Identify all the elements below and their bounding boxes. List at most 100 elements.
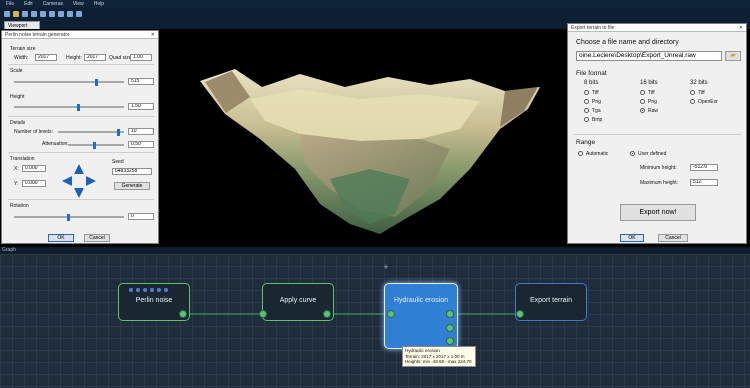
attenuation-input[interactable]: 0.50 — [128, 141, 154, 148]
export-now-button[interactable]: Export now! — [620, 204, 696, 221]
32-bits-label: 32 bits — [690, 80, 708, 86]
node-perlin-noise[interactable]: Perlin noise — [118, 283, 190, 321]
rotation-slider[interactable] — [14, 214, 124, 221]
scale-label: Scale — [10, 68, 23, 74]
menu-help[interactable]: Help — [94, 1, 104, 7]
output-port[interactable] — [446, 324, 454, 332]
output-port[interactable] — [446, 310, 454, 318]
slider-thumb[interactable] — [77, 104, 80, 111]
output-port[interactable] — [323, 310, 331, 318]
radio-32-openexr[interactable] — [690, 99, 695, 104]
format-label: Tiff — [648, 90, 655, 96]
node-tooltip: Hydraulic erosion Terrain: 2017 x 2017 x… — [402, 346, 476, 367]
menu-edit[interactable]: Edit — [24, 1, 33, 7]
menu-view[interactable]: View — [73, 1, 84, 7]
output-port[interactable] — [446, 337, 454, 345]
height-slider[interactable] — [14, 104, 124, 111]
slider-thumb[interactable] — [67, 214, 70, 221]
redo-icon[interactable] — [40, 11, 46, 17]
levels-input[interactable]: 10 — [128, 128, 154, 135]
input-port[interactable] — [259, 310, 267, 318]
x-input[interactable]: 0.000 — [22, 165, 46, 172]
height-scale-input[interactable]: 1.50 — [128, 103, 154, 110]
menu-file[interactable]: File — [6, 1, 14, 7]
perlin-dialog-titlebar[interactable]: Perlin noise terrain generator ✕ — [2, 31, 158, 39]
format-label: Png — [648, 99, 657, 105]
settings-icon[interactable] — [76, 11, 82, 17]
height-input[interactable]: 2017 — [84, 54, 106, 61]
levels-slider[interactable] — [58, 129, 124, 136]
tooltip-line: Heights: min -48.68 - max 224.70 — [405, 359, 472, 364]
seed-input[interactable]: 64833258 — [112, 168, 152, 175]
radio-32-tiff[interactable] — [690, 90, 695, 95]
close-icon[interactable]: ✕ — [151, 32, 155, 38]
input-port[interactable] — [387, 310, 395, 318]
render-icon[interactable] — [67, 11, 73, 17]
generate-button[interactable]: Generate — [114, 182, 150, 190]
radio-user-defined[interactable] — [630, 151, 635, 156]
attenuation-slider[interactable] — [68, 142, 124, 149]
width-input[interactable]: 2017 — [35, 54, 57, 61]
ok-button[interactable]: OK — [48, 234, 74, 242]
radio-8-png[interactable] — [584, 99, 589, 104]
output-port[interactable] — [179, 310, 187, 318]
input-port[interactable] — [516, 310, 524, 318]
open-icon[interactable] — [13, 11, 19, 17]
slider-thumb[interactable] — [95, 79, 98, 86]
rotation-input[interactable]: 0 — [128, 213, 154, 220]
node-apply-curve[interactable]: Apply curve — [259, 283, 334, 321]
number-of-levels-label: Number of levels: — [14, 129, 53, 135]
camera-icon[interactable] — [58, 11, 64, 17]
arrow-right-icon[interactable] — [86, 176, 96, 186]
new-icon[interactable] — [4, 11, 10, 17]
arrow-up-icon[interactable] — [74, 164, 84, 174]
slider-thumb[interactable] — [93, 142, 96, 149]
tab-viewport[interactable]: Viewport — [4, 21, 40, 29]
radio-8-tga[interactable] — [584, 108, 589, 113]
save-icon[interactable] — [22, 11, 28, 17]
undo-icon[interactable] — [31, 11, 37, 17]
radio-16-raw[interactable] — [640, 108, 645, 113]
separator — [8, 116, 154, 117]
height-label: Height: — [66, 55, 82, 61]
radio-16-tiff[interactable] — [640, 90, 645, 95]
max-height-input[interactable]: 512 — [690, 179, 718, 186]
grid-icon[interactable] — [49, 11, 55, 17]
node-export-terrain[interactable]: Export terrain — [515, 283, 587, 321]
menu-cameras[interactable]: Cameras — [43, 1, 63, 7]
quad-size-input[interactable]: 1.00 — [130, 54, 152, 61]
scale-slider[interactable] — [14, 79, 124, 86]
cancel-button[interactable]: Cancel — [84, 234, 110, 242]
perlin-noise-dialog: Perlin noise terrain generator ✕ Terrain… — [1, 30, 159, 244]
graph-canvas[interactable]: + Perlin noise Apply curve Hydraulic ero… — [0, 254, 750, 388]
slider-thumb[interactable] — [117, 129, 120, 136]
automatic-label: Automatic — [586, 151, 609, 157]
folder-icon[interactable]: ▰ — [725, 51, 741, 61]
y-input[interactable]: 0.000 — [22, 180, 46, 187]
scale-input[interactable]: 515 — [128, 78, 154, 85]
radio-8-bmp[interactable] — [584, 117, 589, 122]
min-height-input[interactable]: -512.0 — [690, 164, 718, 171]
cancel-button[interactable]: Cancel — [658, 234, 688, 242]
node-label: Hydraulic erosion — [393, 297, 449, 304]
format-label: Tiff — [592, 90, 599, 96]
radio-automatic[interactable] — [578, 151, 583, 156]
separator — [8, 152, 154, 153]
graph-links: + — [186, 262, 518, 315]
arrow-down-icon[interactable] — [74, 188, 84, 198]
node-label: Apply curve — [279, 297, 317, 304]
toolbar — [0, 8, 750, 20]
export-dialog-titlebar[interactable]: Export terrain to file ✕ — [568, 24, 746, 32]
separator — [8, 64, 154, 65]
node-hydraulic-erosion[interactable]: Hydraulic erosion — [384, 283, 458, 349]
height-section-label: Height — [10, 94, 25, 100]
close-icon[interactable]: ✕ — [739, 25, 743, 31]
attenuation-label: Attenuation: — [42, 141, 69, 147]
graph-header: Graph — [0, 247, 750, 254]
user-defined-label: User defined — [638, 151, 667, 157]
radio-16-png[interactable] — [640, 99, 645, 104]
arrow-left-icon[interactable] — [62, 176, 72, 186]
path-input[interactable]: oine.Leclere\Desktop\Export_Unreal.raw — [576, 51, 722, 61]
ok-button[interactable]: OK — [620, 234, 644, 242]
radio-8-tiff[interactable] — [584, 90, 589, 95]
